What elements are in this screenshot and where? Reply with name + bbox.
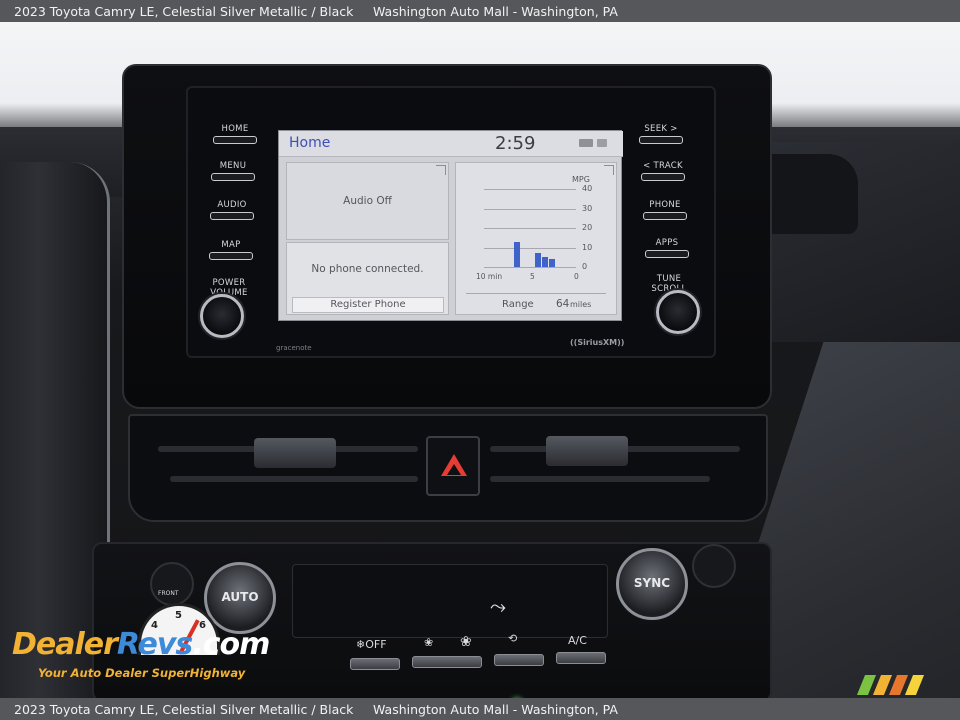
phone-status: No phone connected.	[311, 263, 424, 275]
range-unit: miles	[570, 300, 592, 309]
map-hardware-button[interactable]: MAP	[208, 240, 254, 260]
off-button-label: ❄OFF	[356, 638, 387, 651]
vent-adjust-tab-left[interactable]	[254, 438, 336, 468]
mpg-gridline	[484, 228, 576, 229]
vent-slat	[490, 476, 710, 482]
dealerrevs-watermark: 4 5 6 DealerRevs.com Your Auto Dealer Su…	[12, 603, 272, 693]
time-axis-label: 0	[574, 272, 579, 281]
time-axis-label: 5	[530, 272, 535, 281]
caption-bar-top: 2023 Toyota Camry LE, Celestial Silver M…	[0, 0, 960, 22]
mpg-unit-label: MPG	[572, 175, 590, 184]
center-air-vent	[128, 414, 768, 522]
sync-temp-knob[interactable]: SYNC	[616, 548, 688, 620]
range-value: 64	[556, 298, 570, 310]
vehicle-caption: 2023 Toyota Camry LE, Celestial Silver M…	[14, 3, 354, 19]
fuel-economy-tile[interactable]: MPG Range 64 miles 40 30 20 10 0 10 min 5 0	[455, 162, 617, 315]
mpg-bar	[549, 259, 555, 267]
recirculation-button[interactable]	[494, 654, 544, 666]
expand-icon	[436, 165, 446, 175]
mpg-bar	[542, 257, 548, 267]
audio-tile[interactable]: Audio Off	[286, 162, 449, 240]
vehicle-caption: 2023 Toyota Camry LE, Celestial Silver M…	[14, 701, 354, 717]
battery-icon	[597, 139, 607, 147]
fan-speed-button[interactable]	[412, 656, 482, 668]
rear-defrost-button[interactable]	[692, 544, 736, 588]
mpg-tick-label: 0	[582, 262, 588, 271]
apps-hardware-button[interactable]: APPS	[644, 238, 690, 258]
fan-low-icon: ❀	[424, 636, 434, 649]
airflow-mode-icon: ⤳	[490, 594, 506, 618]
screen-title[interactable]: Home	[289, 135, 330, 151]
range-divider	[466, 293, 606, 294]
dealer-caption: Washington Auto Mall - Washington, PA	[373, 3, 618, 19]
signal-icon	[579, 139, 593, 147]
menu-hardware-button[interactable]: MENU	[210, 161, 256, 181]
front-defrost-button[interactable]: FRONT	[150, 562, 194, 606]
track-hardware-button[interactable]: < TRACK	[640, 161, 686, 181]
phone-tile[interactable]: No phone connected. Register Phone	[286, 242, 449, 315]
mpg-bar	[535, 253, 541, 267]
dealer-caption: Washington Auto Mall - Washington, PA	[373, 701, 618, 717]
watermark-brand: DealerRevs.com	[12, 627, 270, 662]
siriusxm-logo: ((SiriusXM))	[570, 338, 625, 347]
screen-clock: 2:59	[495, 133, 536, 154]
screen-header: Home 2:59	[279, 131, 623, 157]
mpg-gridline	[484, 208, 576, 210]
tune-scroll-knob[interactable]	[656, 290, 700, 334]
audio-status: Audio Off	[343, 195, 392, 207]
gracenote-logo: gracenote	[276, 344, 312, 352]
vent-slat	[170, 476, 418, 482]
home-hardware-button[interactable]: HOME	[212, 124, 258, 144]
register-phone-button[interactable]: Register Phone	[292, 297, 444, 313]
mpg-tick-label: 10	[582, 242, 593, 252]
touch-screen: Home 2:59 Audio Off No phone connected. …	[278, 130, 623, 321]
mpg-tick-label: 20	[582, 223, 593, 232]
ac-button-label: A/C	[568, 634, 587, 647]
climate-off-button[interactable]	[350, 658, 400, 670]
mpg-bar	[514, 241, 520, 267]
mpg-gridline	[484, 267, 576, 268]
brand-stripes-logo	[856, 675, 935, 695]
climate-display	[292, 564, 608, 638]
recirculation-icon: ⟲	[508, 632, 518, 645]
ac-button[interactable]	[556, 652, 606, 664]
hazard-button[interactable]	[426, 436, 480, 496]
power-volume-knob[interactable]	[200, 294, 244, 338]
audio-hardware-button[interactable]: AUDIO	[209, 200, 255, 220]
seek-hardware-button[interactable]: SEEK >	[638, 124, 684, 144]
expand-icon	[604, 165, 614, 175]
car-interior-photo: HOME MENU AUDIO MAP POWER VOLUME SEEK > …	[0, 22, 960, 698]
mpg-gridline	[484, 247, 576, 249]
phone-hardware-button[interactable]: PHONE	[642, 200, 688, 220]
caption-bar-bottom: 2023 Toyota Camry LE, Celestial Silver M…	[0, 698, 960, 720]
mpg-tick-label: 30	[582, 203, 593, 213]
mpg-tick-label: 40	[582, 184, 593, 193]
time-axis-label: 10 min	[476, 272, 503, 281]
mpg-gridline	[484, 189, 576, 190]
range-label: Range	[502, 299, 534, 310]
watermark-tagline: Your Auto Dealer SuperHighway	[38, 666, 246, 680]
vent-adjust-tab-right[interactable]	[546, 436, 628, 466]
fan-high-icon: ❀	[460, 634, 472, 650]
